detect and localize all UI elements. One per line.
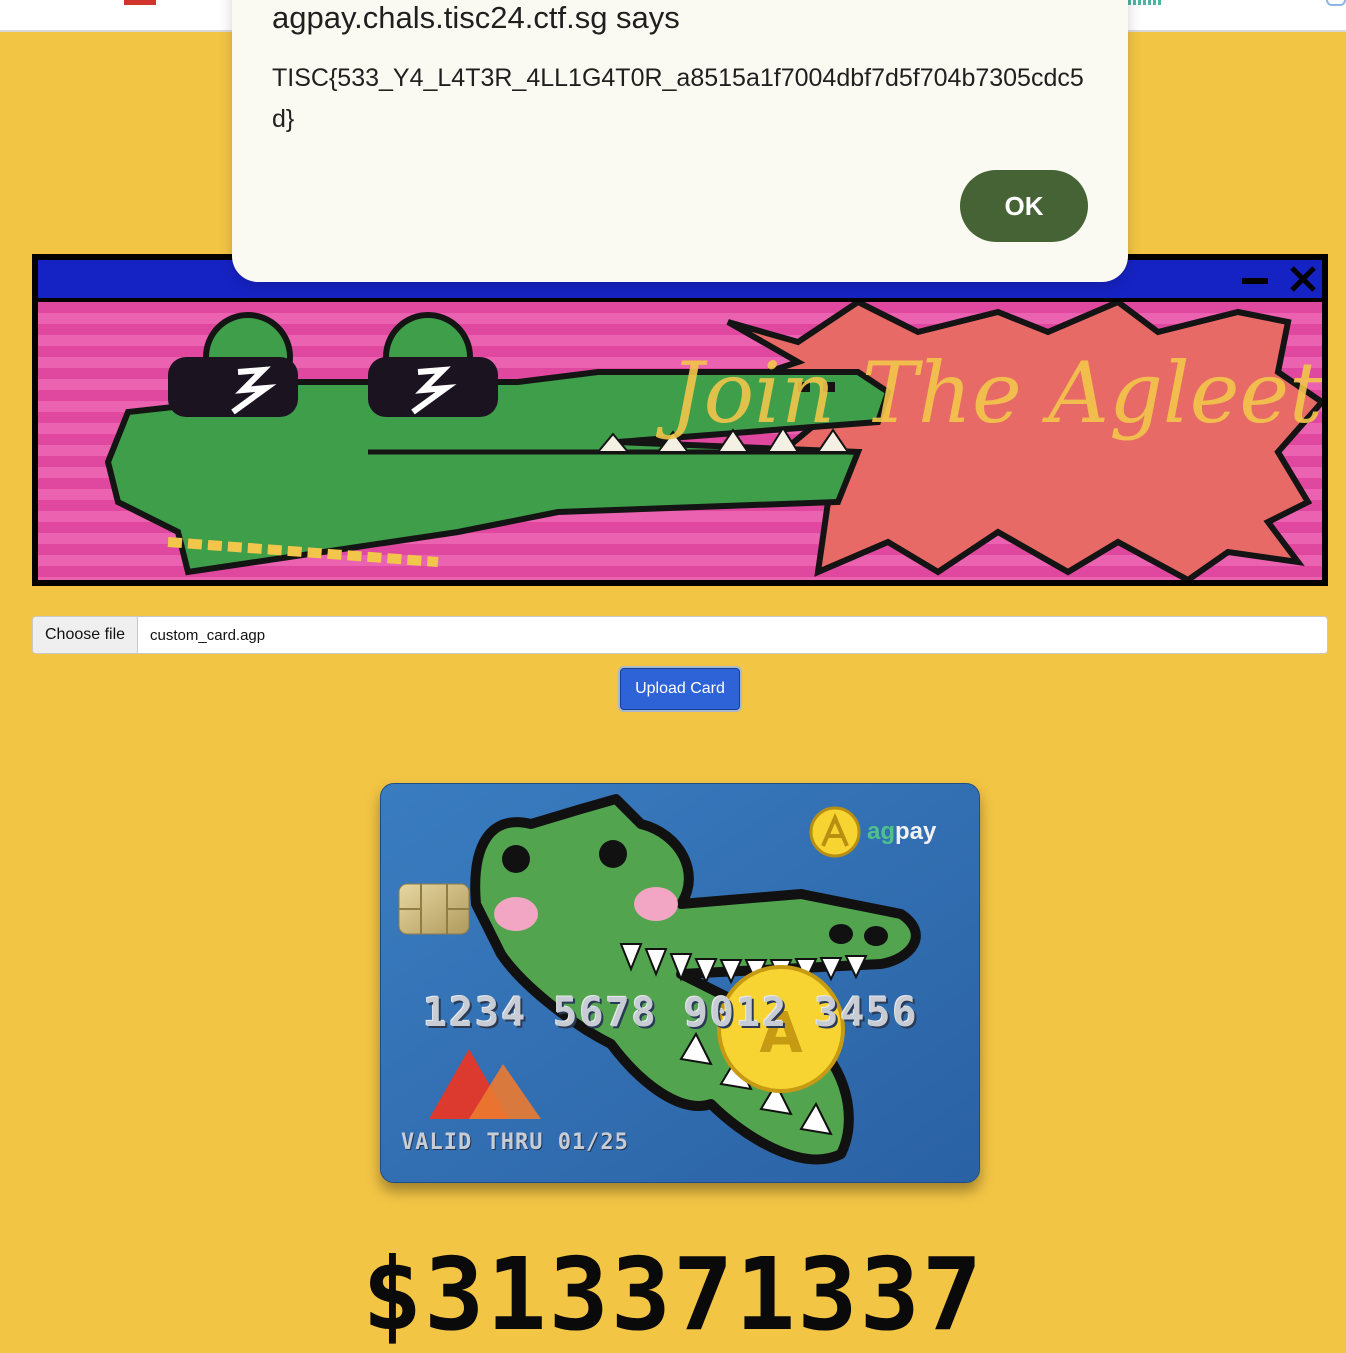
agleets-banner-window: Join The Agleets xyxy=(32,254,1328,586)
card-number: 1234 5678 9012 3456 xyxy=(423,990,919,1036)
tab-edge-teal xyxy=(1128,0,1162,5)
alert-dialog: agpay.chals.tisc24.ctf.sg says TISC{533_… xyxy=(232,0,1128,282)
banner-art: Join The Agleets xyxy=(38,302,1322,580)
balance-amount: $313371337 xyxy=(361,1236,985,1353)
ok-button[interactable]: OK xyxy=(960,170,1088,242)
card-valid-thru: VALID THRU 01/25 xyxy=(401,1130,629,1155)
dialog-title: agpay.chals.tisc24.ctf.sg says xyxy=(272,0,680,35)
banner-text: Join The Agleets xyxy=(655,344,1322,442)
selected-file-name: custom_card.agp xyxy=(150,626,266,644)
dialog-message: TISC{533_Y4_L4T3R_4LL1G4T0R_a8515a1f7004… xyxy=(272,64,1084,133)
choose-file-button[interactable]: Choose file xyxy=(33,617,139,653)
agpay-brand: agpay xyxy=(809,806,936,858)
close-icon xyxy=(1290,266,1316,292)
agpay-wordmark: agpay xyxy=(867,818,937,845)
agpay-logo-icon xyxy=(809,806,861,858)
tab-edge-red xyxy=(124,0,156,5)
file-input[interactable]: Choose file custom_card.agp xyxy=(32,616,1328,654)
tab-edge-blue xyxy=(1326,0,1346,6)
minimize-icon xyxy=(1242,278,1268,284)
upload-card-button[interactable]: Upload Card xyxy=(618,666,742,712)
credit-card: A agpay 1234 5678 9012 3456 VALID THRU 0… xyxy=(380,783,980,1183)
